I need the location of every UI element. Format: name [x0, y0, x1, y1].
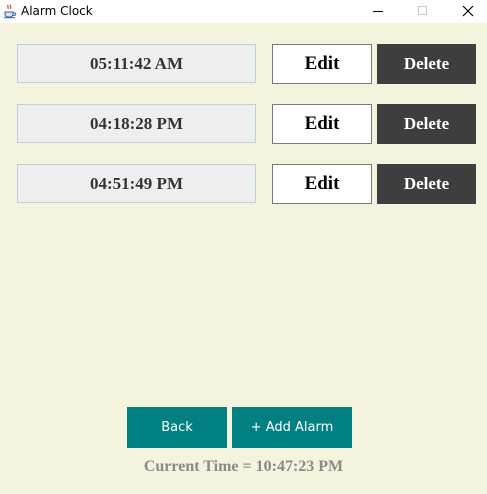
alarm-clock-window: Alarm Clock 05:11:42 AM Edit Delete 04:1… [0, 0, 487, 494]
current-time-label: Current Time = 10:47:23 PM [143, 458, 344, 475]
java-coffee-cup-icon [2, 3, 18, 19]
edit-alarm-button[interactable]: Edit [272, 164, 372, 204]
window-title: Alarm Clock [21, 4, 93, 18]
delete-alarm-button[interactable]: Delete [377, 104, 476, 144]
edit-alarm-button[interactable]: Edit [272, 44, 372, 84]
maximize-icon[interactable] [400, 0, 446, 23]
delete-alarm-button[interactable]: Delete [377, 44, 476, 84]
delete-alarm-button[interactable]: Delete [377, 164, 476, 204]
edit-alarm-button[interactable]: Edit [272, 104, 372, 144]
minimize-icon[interactable] [355, 0, 401, 23]
back-button[interactable]: Back [127, 407, 227, 448]
add-alarm-button[interactable]: + Add Alarm [232, 407, 352, 448]
close-icon[interactable] [445, 0, 487, 23]
alarm-time-field: 04:51:49 PM [17, 164, 256, 203]
title-bar: Alarm Clock [0, 0, 487, 23]
alarm-time-field: 04:18:28 PM [17, 104, 256, 143]
alarm-time-field: 05:11:42 AM [17, 44, 256, 83]
